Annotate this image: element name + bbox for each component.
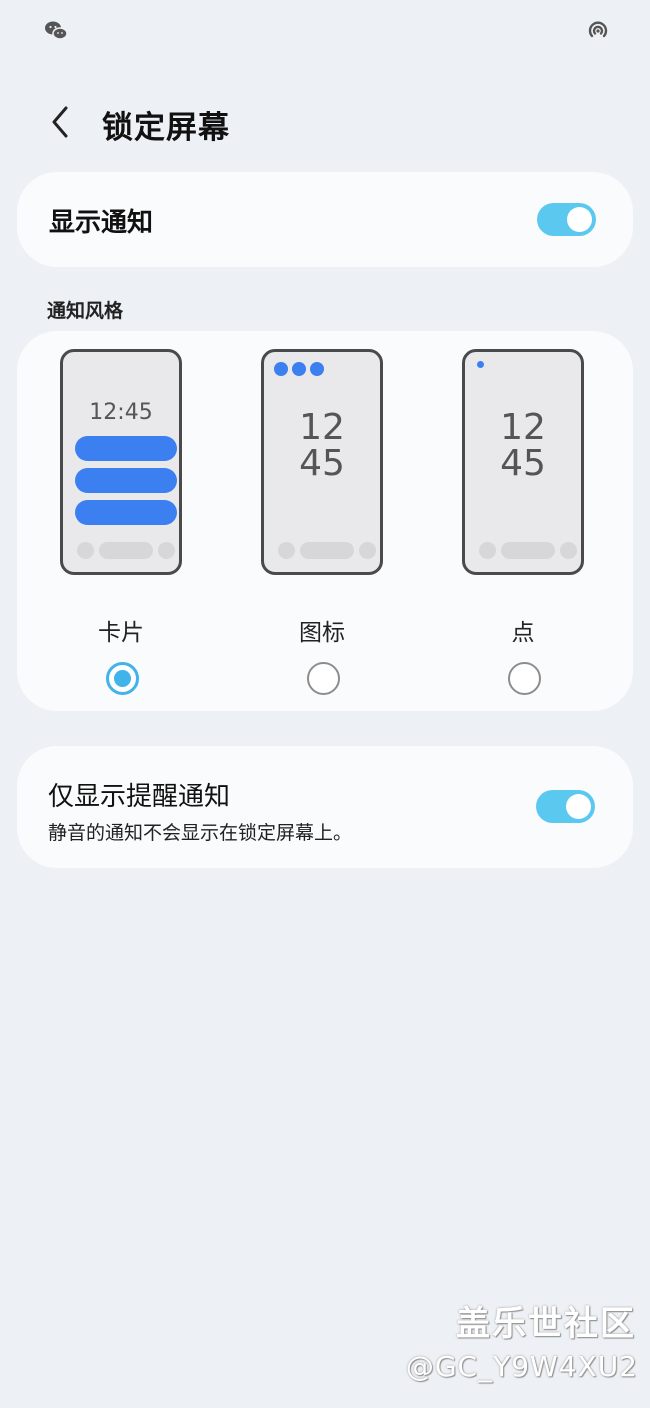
alert-only-subtitle: 静音的通知不会显示在锁定屏幕上。: [48, 822, 353, 844]
style-radio-card[interactable]: [106, 662, 139, 695]
style-option-card[interactable]: 12:45 卡片: [34, 331, 214, 711]
style-option-icon[interactable]: 12 45 图标: [235, 331, 415, 711]
preview-hour: 12: [500, 407, 546, 448]
card-style-preview: 12:45: [60, 349, 182, 575]
style-option-dot[interactable]: 12 45 点: [436, 331, 616, 711]
back-button[interactable]: [38, 100, 82, 144]
toggle-knob: [567, 207, 592, 232]
chevron-left-icon: [52, 106, 68, 138]
preview-time: 12:45: [89, 400, 153, 425]
preview-notification-icon: [274, 362, 288, 376]
hotspot-icon: [588, 21, 608, 38]
preview-notification-icon: [292, 362, 306, 376]
style-option-label: 图标: [299, 620, 345, 646]
dot-style-preview: 12 45: [462, 349, 584, 575]
style-radio-dot[interactable]: [508, 662, 541, 695]
alert-only-title: 仅显示提醒通知: [48, 782, 231, 812]
notification-style-card: 12:45 卡片 12 45 图标 12 45 点: [17, 331, 633, 711]
watermark-brand: 盖乐世社区: [456, 1304, 636, 1344]
preview-bottom-bar: [77, 542, 175, 560]
show-notifications-toggle[interactable]: [537, 203, 596, 236]
wechat-icon: [45, 21, 68, 40]
preview-notification-dot: [477, 361, 484, 368]
preview-minute: 45: [299, 443, 345, 484]
preview-notification-icon: [310, 362, 324, 376]
style-option-label: 卡片: [98, 620, 144, 646]
preview-hour: 12: [299, 407, 345, 448]
preview-minute: 45: [500, 443, 546, 484]
style-radio-icon[interactable]: [307, 662, 340, 695]
header: 锁定屏幕: [0, 90, 650, 150]
icon-style-preview: 12 45: [261, 349, 383, 575]
watermark-user: @GC_Y9W4XU2: [405, 1350, 638, 1383]
style-option-label: 点: [511, 620, 535, 646]
show-notifications-label: 显示通知: [49, 208, 154, 238]
alert-only-row[interactable]: 仅显示提醒通知 静音的通知不会显示在锁定屏幕上。: [17, 746, 633, 868]
toggle-knob: [566, 794, 591, 819]
preview-bottom-bar: [479, 542, 577, 560]
alert-only-toggle[interactable]: [536, 790, 595, 823]
preview-bottom-bar: [278, 542, 376, 560]
status-bar: [0, 0, 650, 60]
preview-notification-card: [75, 436, 177, 461]
preview-notification-card: [75, 500, 177, 525]
page-title: 锁定屏幕: [102, 110, 230, 146]
notification-style-title: 通知风格: [47, 300, 124, 322]
show-notifications-row[interactable]: 显示通知: [17, 172, 633, 267]
preview-notification-card: [75, 468, 177, 493]
